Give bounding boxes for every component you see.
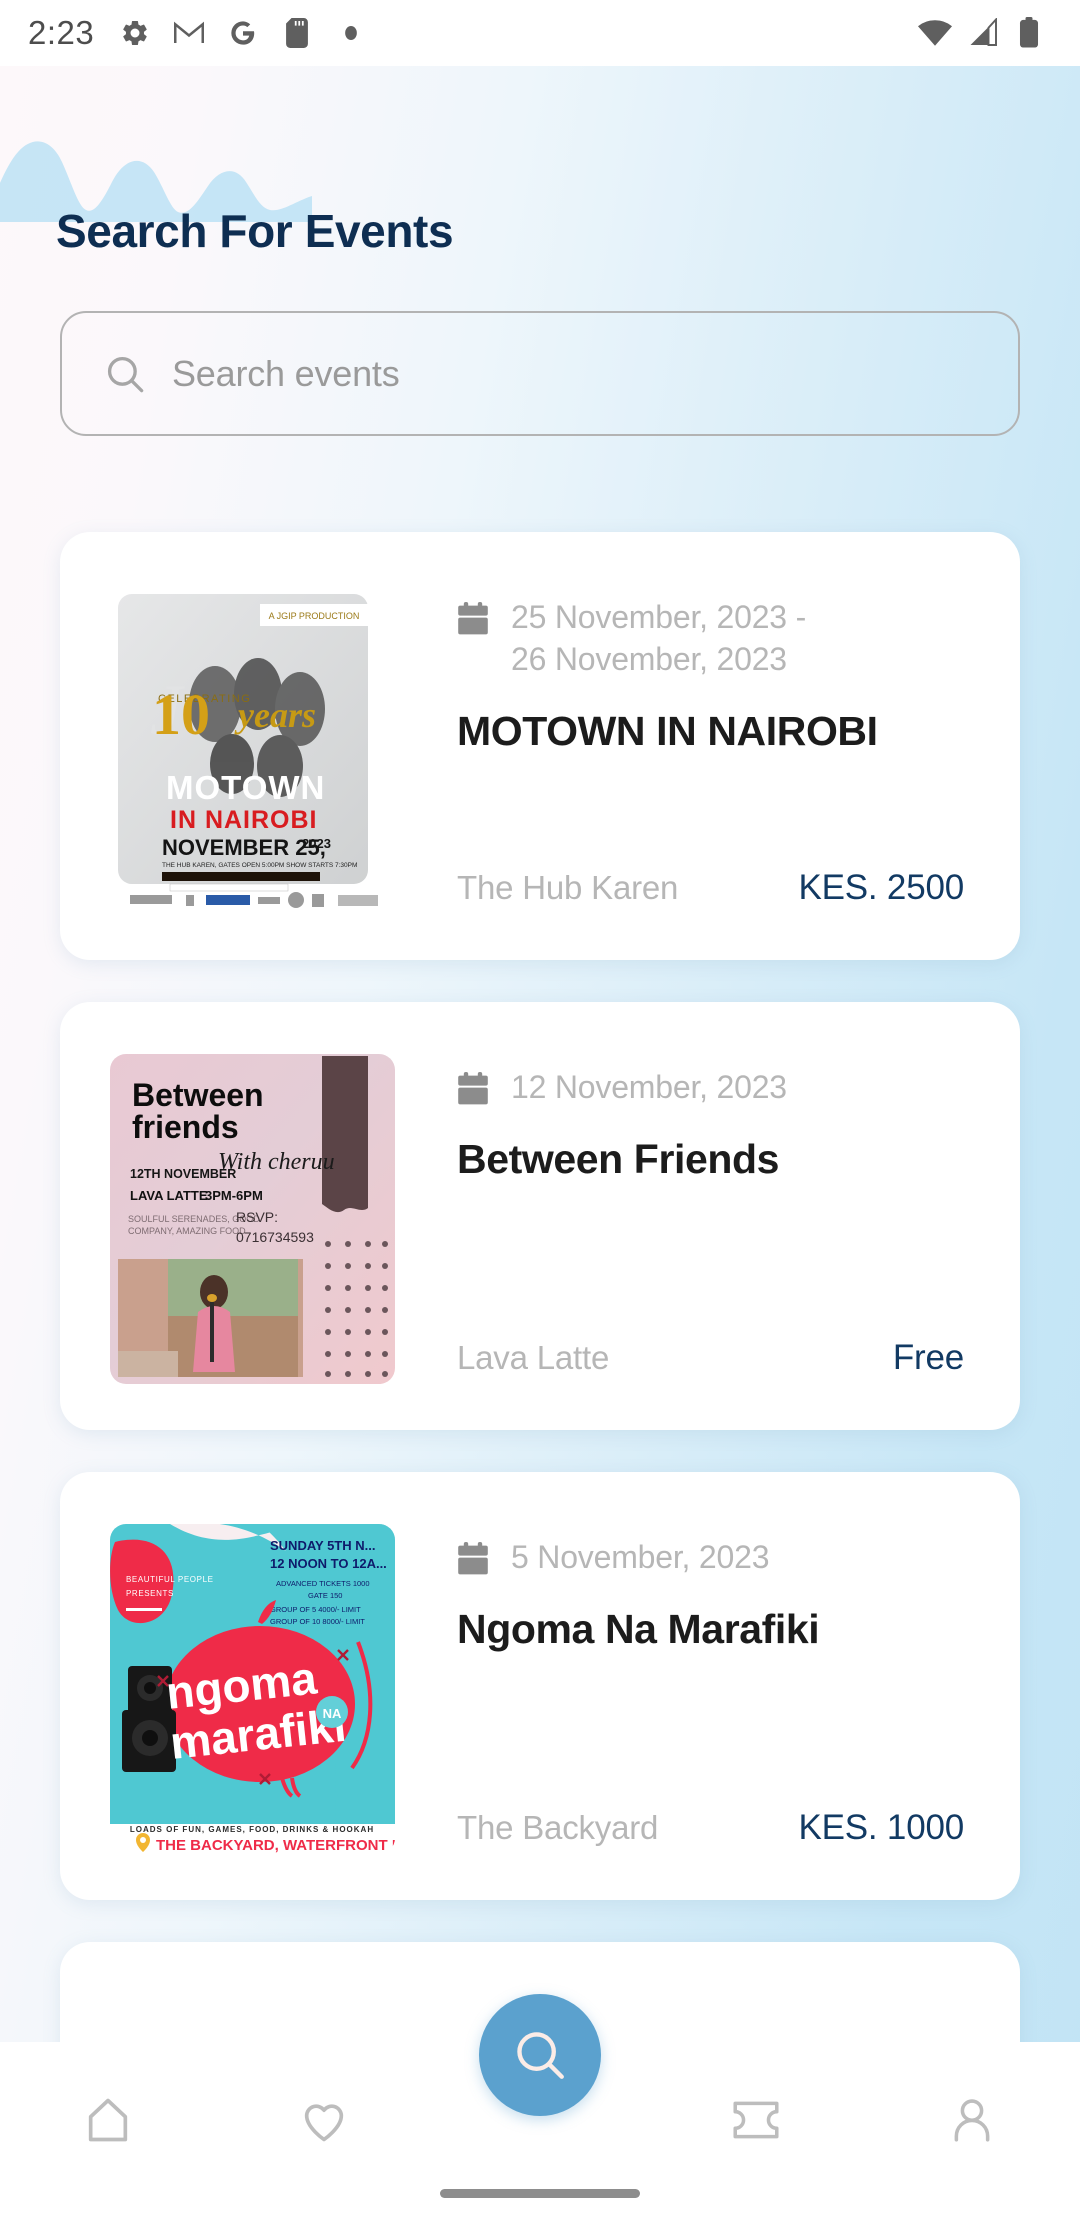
event-date-row: 5 November, 2023 bbox=[457, 1536, 980, 1578]
event-card[interactable]: BEAUTIFUL PEOPLE PRESENTS SUNDAY 5TH N..… bbox=[60, 1472, 1020, 1900]
motown-in-nairobi-poster: A JGIP PRODUCTION J CELEBRATING 10 years… bbox=[110, 584, 395, 914]
page-title: Search For Events bbox=[56, 205, 454, 257]
battery-icon bbox=[1012, 16, 1046, 50]
event-details: 5 November, 2023 Ngoma Na Marafiki The B… bbox=[457, 1518, 980, 1854]
event-date-row: 25 November, 2023 - 26 November, 2023 bbox=[457, 596, 980, 680]
search-placeholder: Search events bbox=[172, 352, 400, 394]
svg-text:THE HUB KAREN, GATES OPEN 5:00: THE HUB KAREN, GATES OPEN 5:00PM SHOW ST… bbox=[162, 862, 357, 869]
svg-text:Between: Between bbox=[132, 1077, 264, 1113]
svg-text:LOADS OF FUN, GAMES, FOOD, DRI: LOADS OF FUN, GAMES, FOOD, DRINKS & HOOK… bbox=[130, 1825, 374, 1834]
svg-text:LAVA LATTE: LAVA LATTE bbox=[130, 1188, 208, 1203]
svg-text:NA: NA bbox=[323, 1706, 342, 1721]
status-bar: 2:23 bbox=[0, 0, 1080, 66]
nav-item-favorites[interactable] bbox=[264, 2072, 384, 2168]
event-title: Ngoma Na Marafiki bbox=[457, 1606, 820, 1653]
status-bar-system-icons bbox=[918, 16, 1046, 50]
svg-text:GROUP OF 5 4000/- LIMIT: GROUP OF 5 4000/- LIMIT bbox=[270, 1605, 361, 1614]
svg-text:ADVANCED TICKETS 1000: ADVANCED TICKETS 1000 bbox=[276, 1579, 370, 1588]
svg-text:10: 10 bbox=[152, 682, 210, 747]
event-date-row: 12 November, 2023 bbox=[457, 1066, 980, 1108]
svg-text:THE BACKYARD, WATERFRONT KAREN: THE BACKYARD, WATERFRONT KAREN bbox=[156, 1837, 395, 1854]
heart-icon bbox=[304, 2104, 344, 2142]
search-icon bbox=[517, 2032, 564, 2079]
event-date: 25 November, 2023 - 26 November, 2023 bbox=[511, 599, 807, 678]
status-bar-notification-icons bbox=[118, 16, 368, 50]
svg-text:RSVP:: RSVP: bbox=[236, 1209, 278, 1225]
event-card[interactable]: A JGIP PRODUCTION J CELEBRATING 10 years… bbox=[60, 532, 1020, 960]
wifi-icon bbox=[918, 16, 952, 50]
event-details: 25 November, 2023 - 26 November, 2023 MO… bbox=[457, 578, 980, 914]
event-price: KES. 1000 bbox=[798, 1808, 964, 1847]
svg-text:GATE 150: GATE 150 bbox=[308, 1591, 342, 1600]
search-icon bbox=[107, 356, 144, 392]
event-price: Free bbox=[892, 1338, 964, 1377]
event-venue: Lava Latte bbox=[457, 1339, 610, 1376]
svg-text:GROUP OF 10 8000/- LIMIT: GROUP OF 10 8000/- LIMIT bbox=[270, 1617, 365, 1626]
event-card[interactable]: Between friends With cheruu 12TH NOVEMBE… bbox=[60, 1002, 1020, 1430]
gmail-icon bbox=[172, 16, 206, 50]
svg-text:12TH NOVEMBER: 12TH NOVEMBER bbox=[130, 1167, 236, 1181]
svg-text:BEAUTIFUL PEOPLE: BEAUTIFUL PEOPLE bbox=[126, 1575, 214, 1584]
calendar-icon bbox=[458, 602, 488, 635]
event-price: KES. 2500 bbox=[798, 868, 964, 907]
sd-card-icon bbox=[280, 16, 314, 50]
event-meta-row: The Hub Karen KES. 2500 bbox=[457, 868, 964, 908]
event-title: MOTOWN IN NAIROBI bbox=[457, 708, 878, 755]
svg-text:12 NOON TO 12A...: 12 NOON TO 12A... bbox=[270, 1556, 387, 1571]
event-date: 12 November, 2023 bbox=[511, 1069, 787, 1105]
event-meta-row: Lava Latte Free bbox=[457, 1338, 964, 1378]
svg-text:MOTOWN: MOTOWN bbox=[166, 769, 325, 806]
svg-text:2023: 2023 bbox=[302, 836, 331, 851]
svg-text:SUNDAY 5TH N...: SUNDAY 5TH N... bbox=[270, 1538, 375, 1553]
calendar-icon bbox=[458, 1072, 488, 1105]
home-indicator bbox=[440, 2189, 640, 2198]
svg-text:friends: friends bbox=[132, 1109, 239, 1145]
nav-item-search[interactable] bbox=[479, 1994, 601, 2116]
calendar-icon bbox=[458, 1542, 488, 1575]
settings-gear-icon bbox=[118, 16, 152, 50]
svg-text:COMPANY, AMAZING FOOD: COMPANY, AMAZING FOOD bbox=[128, 1226, 246, 1236]
events-list[interactable]: A JGIP PRODUCTION J CELEBRATING 10 years… bbox=[0, 518, 1080, 2088]
event-venue: The Hub Karen bbox=[457, 869, 679, 906]
event-venue: The Backyard bbox=[457, 1809, 659, 1846]
svg-text:years: years bbox=[234, 695, 316, 735]
google-icon bbox=[226, 16, 260, 50]
dot-icon bbox=[334, 16, 368, 50]
home-icon bbox=[88, 2098, 128, 2142]
status-bar-clock: 2:23 bbox=[28, 14, 95, 51]
ticket-icon bbox=[733, 2101, 779, 2139]
event-title: Between Friends bbox=[457, 1136, 780, 1183]
svg-text:A JGIP PRODUCTION: A JGIP PRODUCTION bbox=[269, 611, 360, 621]
ngoma-na-marafiki-poster: BEAUTIFUL PEOPLE PRESENTS SUNDAY 5TH N..… bbox=[110, 1524, 395, 1854]
event-date: 5 November, 2023 bbox=[511, 1539, 770, 1575]
svg-text:PRESENTS: PRESENTS bbox=[126, 1589, 174, 1598]
event-details: 12 November, 2023 Between Friends Lava L… bbox=[457, 1048, 980, 1384]
nav-item-profile[interactable] bbox=[912, 2072, 1032, 2168]
cellular-signal-icon bbox=[965, 16, 999, 50]
svg-text:0716734593: 0716734593 bbox=[236, 1229, 314, 1245]
person-icon bbox=[960, 2099, 984, 2122]
nav-item-tickets[interactable] bbox=[696, 2072, 816, 2168]
event-meta-row: The Backyard KES. 1000 bbox=[457, 1808, 964, 1848]
search-input[interactable]: Search events bbox=[60, 311, 1020, 436]
between-friends-poster: Between friends With cheruu 12TH NOVEMBE… bbox=[110, 1054, 395, 1384]
app-screen: Search For Events Search events A JGIP P… bbox=[0, 66, 1080, 2220]
svg-text:IN NAIROBI: IN NAIROBI bbox=[170, 806, 318, 834]
nav-item-home[interactable] bbox=[48, 2072, 168, 2168]
svg-text:3PM-6PM: 3PM-6PM bbox=[205, 1188, 263, 1203]
